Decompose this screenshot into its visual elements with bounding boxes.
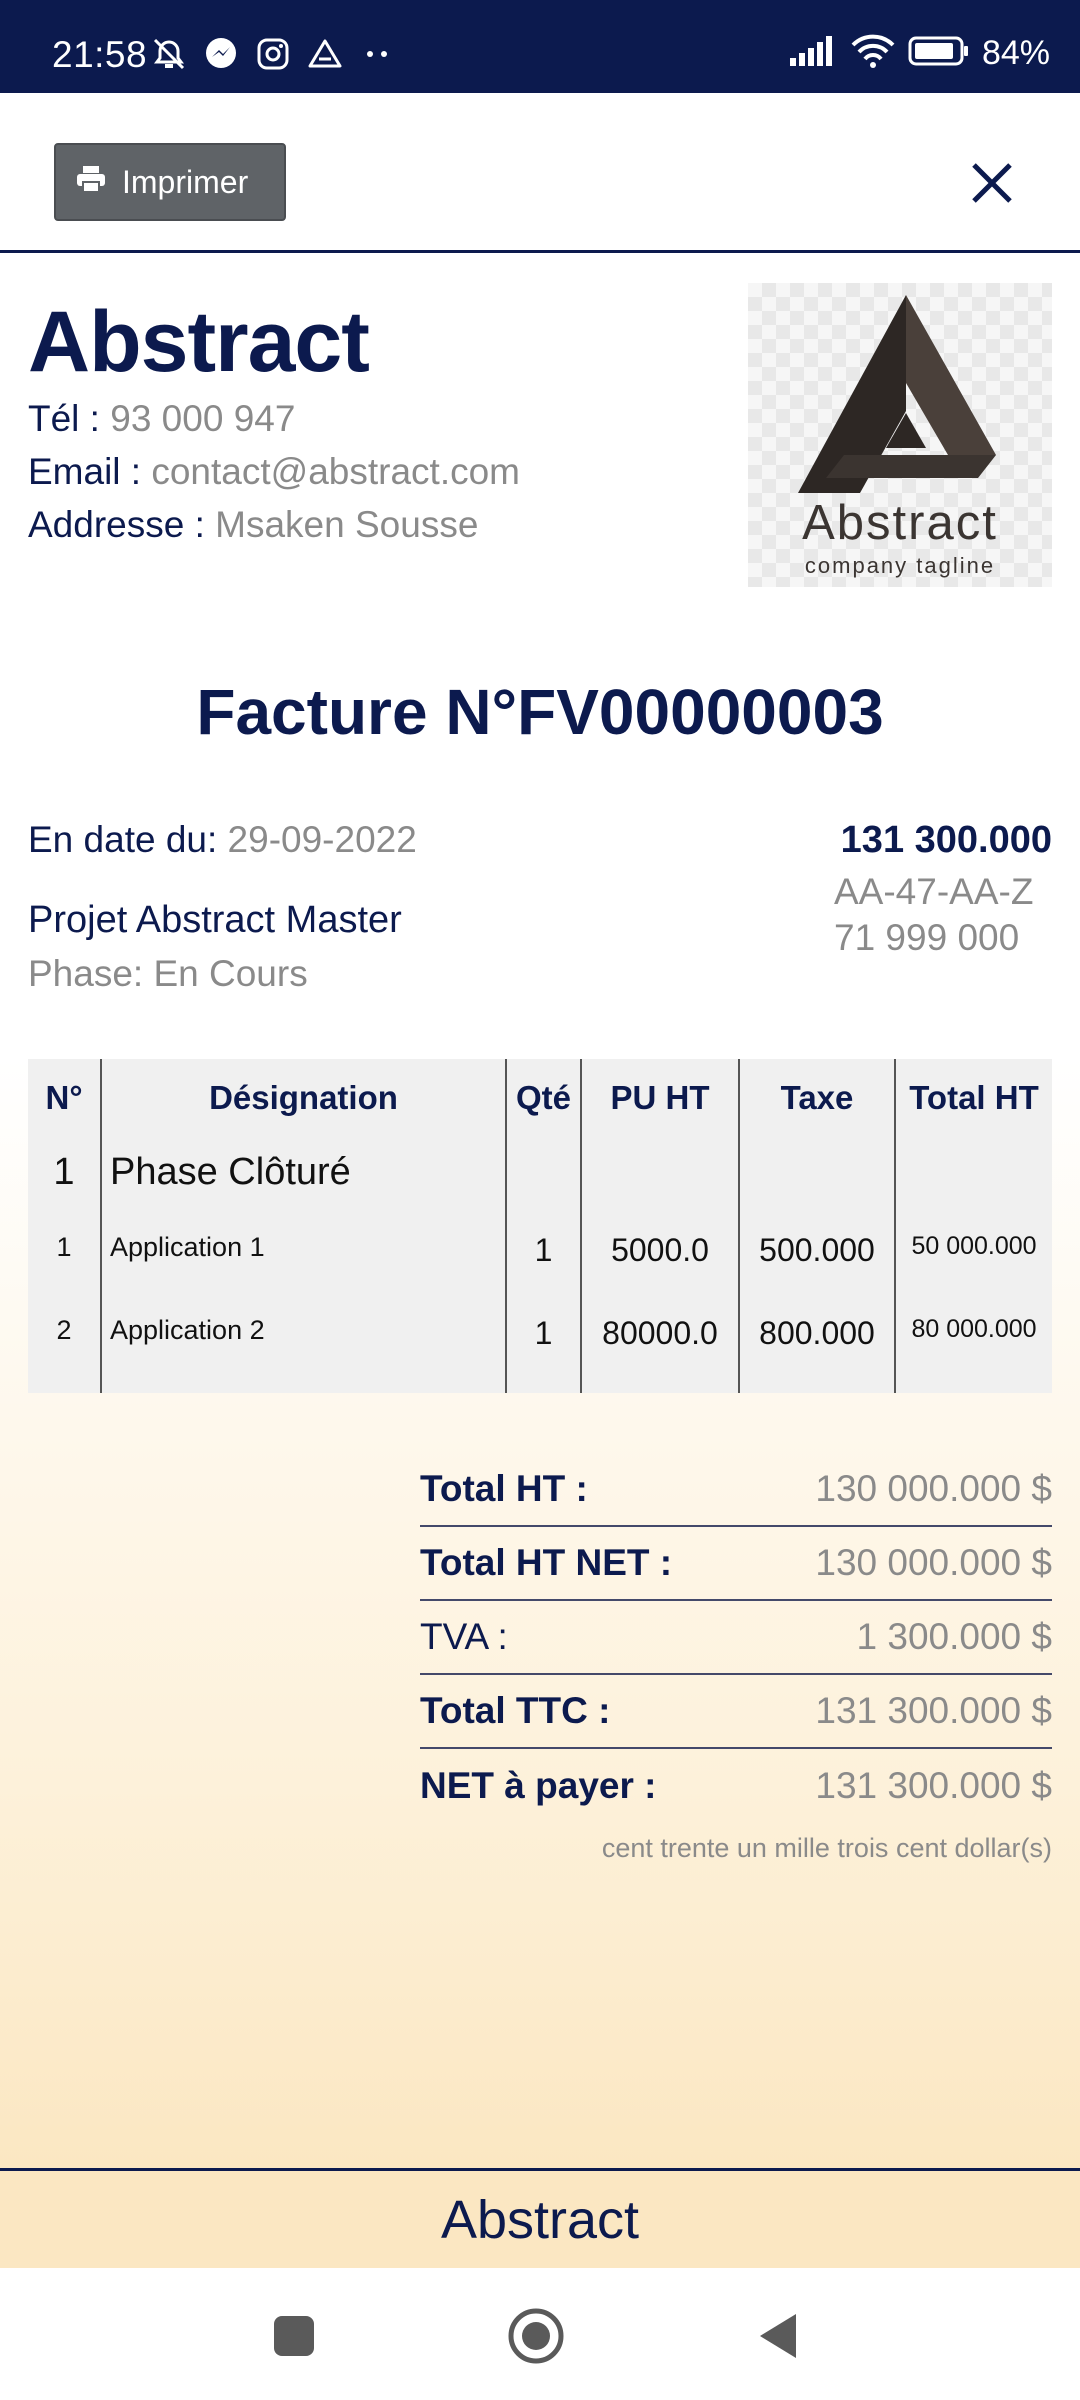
project-phase: Phase: En Cours (28, 953, 308, 994)
invoice-document: Abstract Tél : 93 000 947 Email : contac… (0, 253, 1080, 2168)
row-2-pu: 80000.0 (602, 1315, 718, 1351)
total-ttc-label: Total TTC : (420, 1690, 611, 1731)
total-ht-net-label: Total HT NET : (420, 1542, 673, 1583)
header-tax: Taxe (780, 1079, 854, 1116)
tva-label: TVA : (420, 1616, 508, 1657)
total-ht-net-value: 130 000.000 $ (815, 1542, 1052, 1583)
total-ht-value: 130 000.000 $ (815, 1468, 1052, 1509)
row-2-qty: 1 (534, 1315, 553, 1351)
address-label: Addresse : (28, 504, 205, 545)
back-button[interactable] (746, 2304, 810, 2368)
row-1-pu: 5000.0 (611, 1232, 709, 1268)
toolbar: Imprimer (0, 93, 1080, 253)
messenger-icon (202, 35, 240, 73)
status-notification-icons (150, 34, 396, 74)
company-phone: Tél : 93 000 947 (28, 398, 295, 440)
net-a-payer-value: 131 300.000 $ (815, 1765, 1052, 1806)
back-icon (760, 2314, 796, 2358)
group-no: 1 (53, 1151, 75, 1193)
drive-icon (306, 35, 344, 73)
company-email: Email : contact@abstract.com (28, 451, 520, 493)
row-2-no: 2 (56, 1315, 72, 1345)
tva-value: 1 300.000 $ (856, 1616, 1052, 1657)
instagram-icon (254, 35, 292, 73)
total-ht-label: Total HT : (420, 1468, 588, 1509)
recents-icon (274, 2316, 314, 2356)
battery-percent: 84% (981, 33, 1050, 72)
company-logo: Abstract company tagline (748, 283, 1052, 587)
more-dots-icon (358, 35, 396, 73)
row-1-qty: 1 (534, 1232, 553, 1268)
row-1-no: 1 (56, 1232, 72, 1262)
battery-icon (908, 35, 970, 72)
phone-label: Tél : (28, 398, 100, 439)
client-phone: 71 999 000 (834, 917, 1020, 958)
close-icon (972, 163, 1012, 203)
row-2-designation: Application 2 (110, 1315, 265, 1345)
row-1-tax: 500.000 (759, 1232, 875, 1268)
date-label: En date du: (28, 819, 218, 860)
row-2-total: 80 000.000 (911, 1315, 1037, 1343)
status-time: 21:58 (52, 34, 148, 75)
phone-value: 93 000 947 (110, 398, 296, 439)
date-value: 29-09-2022 (227, 819, 417, 860)
tva-row: TVA : 1 300.000 $ (420, 1601, 1052, 1675)
row-1-total: 50 000.000 (911, 1232, 1037, 1260)
company-address: Addresse : Msaken Sousse (28, 504, 478, 546)
recents-button[interactable] (262, 2304, 326, 2368)
header-pu-ht: PU HT (610, 1079, 710, 1116)
total-ttc-row: Total TTC : 131 300.000 $ (420, 1675, 1052, 1749)
items-table: N° Désignation Qté PU HT Taxe Total HT 1… (28, 1059, 1052, 1393)
address-value: Msaken Sousse (215, 504, 479, 545)
total-ttc-value: 131 300.000 $ (815, 1690, 1052, 1731)
logo-tagline: company tagline (804, 553, 996, 578)
company-name: Abstract (28, 294, 370, 390)
total-ht-row: Total HT : 130 000.000 $ (420, 1453, 1052, 1527)
logo-mark-icon (798, 295, 996, 493)
home-button[interactable] (504, 2304, 568, 2368)
email-label: Email : (28, 451, 142, 492)
row-1-designation: Application 1 (110, 1232, 265, 1262)
email-value: contact@abstract.com (151, 451, 521, 492)
invoice-title: Facture N°FV00000003 (196, 676, 884, 748)
group-label: Phase Clôturé (110, 1151, 351, 1193)
invoice-date: En date du: 29-09-2022 (28, 819, 417, 861)
status-system-icons: 84% (788, 30, 1050, 76)
logo-wordmark: Abstract (802, 496, 998, 550)
close-button[interactable] (966, 157, 1018, 209)
system-nav-bar (0, 2268, 1080, 2400)
total-ht-net-row: Total HT NET : 130 000.000 $ (420, 1527, 1052, 1601)
invoice-footer: Abstract (0, 2168, 1080, 2268)
wifi-icon (850, 33, 896, 74)
client-ref: AA-47-AA-Z (834, 871, 1034, 912)
print-button[interactable]: Imprimer (54, 143, 286, 221)
header-total-ht: Total HT (909, 1079, 1039, 1116)
net-a-payer-row: NET à payer : 131 300.000 $ (420, 1749, 1052, 1823)
net-a-payer-label: NET à payer : (420, 1765, 657, 1806)
row-2-tax: 800.000 (759, 1315, 875, 1351)
project-name: Projet Abstract Master (28, 899, 402, 941)
client-total: 131 300.000 (840, 819, 1052, 861)
header-designation: Désignation (209, 1079, 398, 1116)
header-qty: Qté (515, 1079, 571, 1116)
printer-icon (76, 164, 106, 201)
header-no: N° (45, 1079, 83, 1116)
status-bar: 21:58 84% (0, 0, 1080, 93)
print-button-label: Imprimer (122, 163, 249, 200)
amount-in-words: cent trente un mille trois cent dollar(s… (601, 1833, 1052, 1863)
signal-icon (788, 34, 838, 73)
home-icon (508, 2308, 564, 2364)
alarm-off-icon (150, 35, 188, 73)
